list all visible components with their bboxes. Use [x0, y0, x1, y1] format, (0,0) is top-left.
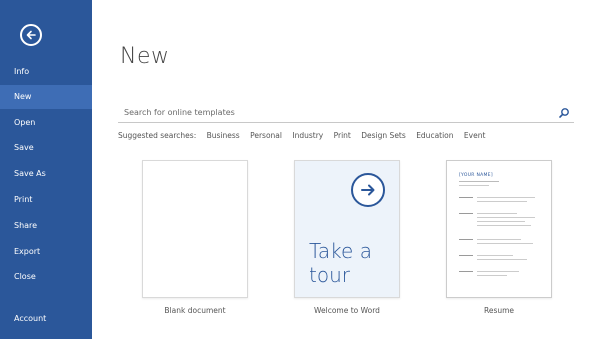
- resume-heading-line: [459, 271, 473, 272]
- resume-line: [459, 181, 499, 182]
- resume-line: [459, 185, 489, 186]
- suggested-link-design-sets[interactable]: Design Sets: [361, 131, 406, 140]
- sidebar-item-export[interactable]: Export: [0, 240, 92, 264]
- template-caption: Resume: [483, 306, 515, 315]
- sidebar-item-new[interactable]: New: [0, 85, 92, 109]
- page-title: New: [120, 44, 170, 69]
- template-thumbnail[interactable]: [142, 160, 248, 298]
- template-thumbnail[interactable]: Take a tour: [294, 160, 400, 298]
- main-panel: New Search for online templates Suggeste…: [92, 0, 594, 339]
- resume-line: [477, 259, 527, 260]
- suggested-link-education[interactable]: Education: [416, 131, 453, 140]
- resume-heading-line: [459, 213, 473, 214]
- suggested-searches-label: Suggested searches:: [118, 131, 197, 140]
- template-thumbnail[interactable]: [YOUR NAME]: [446, 160, 552, 298]
- resume-heading-line: [459, 239, 473, 240]
- resume-line: [477, 221, 525, 222]
- suggested-link-print[interactable]: Print: [334, 131, 351, 140]
- resume-line: [477, 275, 507, 276]
- resume-line: [477, 271, 519, 272]
- template-caption: Blank document: [164, 306, 226, 315]
- tour-text: Take a tour: [309, 239, 372, 287]
- resume-line: [477, 213, 517, 214]
- backstage-sidebar: Info New Open Save Save As Print Share E…: [0, 0, 92, 339]
- sidebar-item-print[interactable]: Print: [0, 188, 92, 212]
- resume-line: [477, 201, 527, 202]
- template-blank-document[interactable]: Blank document: [142, 160, 248, 315]
- template-caption: Welcome to Word: [314, 306, 380, 315]
- sidebar-item-save[interactable]: Save: [0, 136, 92, 160]
- arrow-right-circle-icon: [351, 173, 385, 207]
- resume-line: [477, 197, 535, 198]
- suggested-link-industry[interactable]: Industry: [292, 131, 323, 140]
- sidebar-item-info[interactable]: Info: [0, 60, 92, 84]
- template-resume[interactable]: [YOUR NAME] Resume: [446, 160, 552, 315]
- resume-line: [477, 243, 533, 244]
- sidebar-item-open[interactable]: Open: [0, 111, 92, 135]
- search-icon[interactable]: [558, 107, 570, 119]
- suggested-searches: Suggested searches: Business Personal In…: [118, 131, 493, 140]
- back-button[interactable]: [20, 24, 42, 46]
- search-placeholder: Search for online templates: [124, 108, 235, 117]
- sidebar-item-save-as[interactable]: Save As: [0, 162, 92, 186]
- resume-line: [477, 217, 535, 218]
- suggested-link-business[interactable]: Business: [207, 131, 240, 140]
- sidebar-item-share[interactable]: Share: [0, 214, 92, 238]
- suggested-link-personal[interactable]: Personal: [250, 131, 282, 140]
- resume-heading-line: [459, 255, 473, 256]
- back-arrow-icon: [26, 30, 36, 40]
- sidebar-item-close[interactable]: Close: [0, 265, 92, 289]
- resume-line: [477, 239, 521, 240]
- search-input[interactable]: Search for online templates: [118, 103, 574, 123]
- resume-line: [477, 225, 531, 226]
- resume-heading-line: [459, 197, 473, 198]
- resume-name-placeholder: [YOUR NAME]: [459, 173, 493, 178]
- resume-line: [477, 255, 513, 256]
- sidebar-item-account[interactable]: Account: [0, 307, 92, 331]
- suggested-link-event[interactable]: Event: [464, 131, 486, 140]
- template-welcome-to-word[interactable]: Take a tour Welcome to Word: [294, 160, 400, 315]
